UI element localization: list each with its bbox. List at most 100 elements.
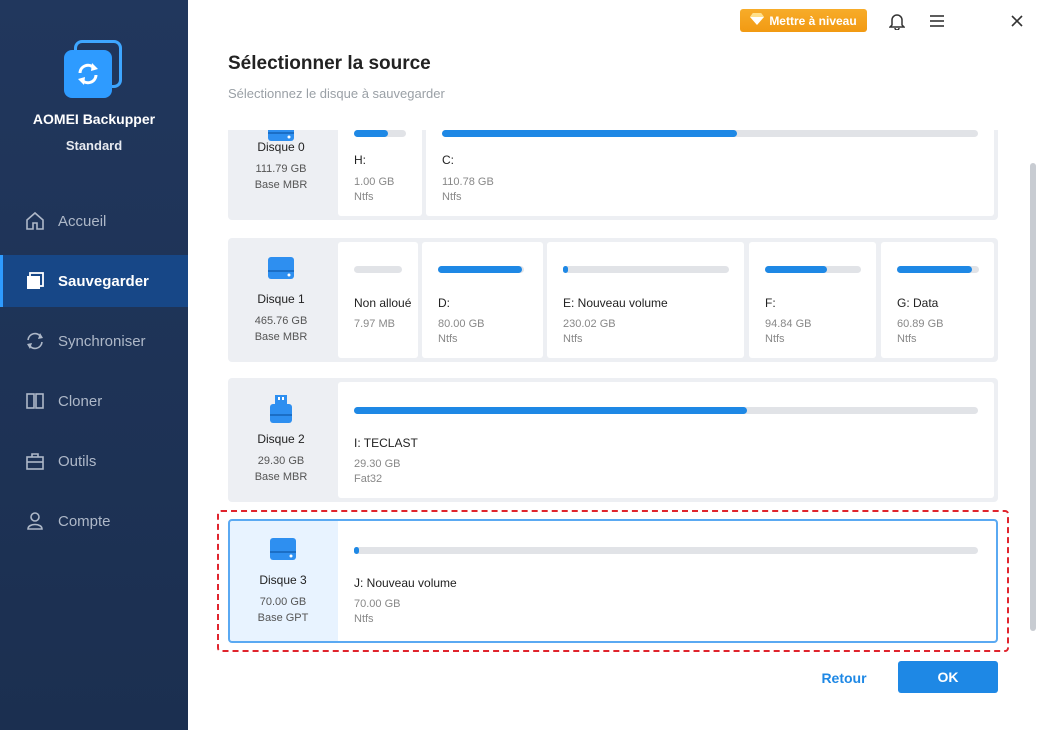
disk-row-3[interactable]: Disque 3 70.00 GB Base GPT J: Nouveau vo…	[228, 519, 998, 643]
partition-card[interactable]: E: Nouveau volume 230.02 GB Ntfs	[547, 242, 744, 358]
disk-row-1[interactable]: Disque 1 465.76 GB Base MBR Non alloué 7…	[228, 238, 998, 362]
sidebar-item-sauvegarder[interactable]: Sauvegarder	[0, 255, 188, 307]
usage-bar	[442, 130, 737, 137]
disk-list: Disque 0 111.79 GB Base MBR H: 1.00 GB N…	[228, 130, 998, 650]
sidebar-item-label: Outils	[58, 452, 97, 470]
disk-info: Disque 3 70.00 GB Base GPT	[230, 521, 336, 641]
disk-type: Base MBR	[254, 471, 308, 483]
disk-name: Disque 3	[259, 573, 307, 587]
partition-size: 94.84 GB	[765, 318, 812, 330]
partition-card[interactable]: G: Data 60.89 GB Ntfs	[881, 242, 994, 358]
partition-label: Non alloué	[354, 296, 412, 310]
disk-type: Base MBR	[254, 331, 308, 343]
partition-size: 230.02 GB	[563, 318, 616, 330]
sidebar-item-label: Synchroniser	[58, 332, 146, 350]
disk-row-2[interactable]: Disque 2 29.30 GB Base MBR I: TECLAST 29…	[228, 378, 998, 502]
usage-bar	[438, 266, 523, 273]
partition-label: E: Nouveau volume	[563, 296, 668, 310]
partition-size: 80.00 GB	[438, 318, 485, 330]
hdd-icon	[270, 538, 296, 560]
close-icon[interactable]	[1006, 10, 1028, 32]
partition-size: 70.00 GB	[354, 598, 401, 610]
partition-card[interactable]: J: Nouveau volume 70.00 GB Ntfs	[338, 521, 996, 641]
app-name: AOMEI Backupper	[32, 111, 156, 127]
sidebar-item-cloner[interactable]: Cloner	[0, 375, 188, 427]
usage-bar	[354, 407, 748, 414]
page-title: Sélectionner la source	[228, 53, 431, 74]
partition-size: 29.30 GB	[354, 458, 401, 470]
partition-label: C:	[442, 153, 454, 167]
upgrade-label: Mettre à niveau	[769, 13, 857, 28]
ok-button[interactable]: OK	[898, 661, 998, 693]
sidebar-item-synchroniser[interactable]: Synchroniser	[0, 315, 188, 367]
scrollbar[interactable]	[1030, 163, 1036, 631]
sidebar: AOMEI Backupper Standard Accueil Sauvega…	[0, 0, 188, 730]
disk-size: 111.79 GB	[255, 163, 307, 175]
disk-size: 70.00 GB	[259, 596, 307, 608]
disk-size: 465.76 GB	[254, 315, 308, 327]
disk-info: Disque 2 29.30 GB Base MBR	[228, 378, 334, 502]
sidebar-item-compte[interactable]: Compte	[0, 495, 188, 547]
partition-size: 60.89 GB	[897, 318, 944, 330]
partition-card[interactable]: H: 1.00 GB Ntfs	[338, 130, 422, 216]
usage-bar	[563, 266, 568, 273]
partition-label: D:	[438, 296, 450, 310]
sync-icon	[24, 330, 46, 352]
disk-type: Base MBR	[254, 179, 308, 191]
disk-row-0[interactable]: Disque 0 111.79 GB Base MBR H: 1.00 GB N…	[228, 130, 998, 220]
back-button[interactable]: Retour	[806, 665, 882, 691]
partition-card[interactable]: Non alloué 7.97 MB	[338, 242, 418, 358]
partition-size: 7.97 MB	[354, 318, 395, 330]
disk-info: Disque 0 111.79 GB Base MBR	[228, 130, 334, 220]
sidebar-item-outils[interactable]: Outils	[0, 435, 188, 487]
sidebar-item-label: Sauvegarder	[58, 272, 149, 290]
partition-fs: Ntfs	[442, 191, 462, 203]
partition-fs: Ntfs	[354, 613, 374, 625]
clone-icon	[24, 390, 46, 412]
sync-arrows-icon	[78, 63, 98, 85]
sidebar-item-label: Compte	[58, 512, 111, 530]
partition-card[interactable]: D: 80.00 GB Ntfs	[422, 242, 543, 358]
disk-info: Disque 1 465.76 GB Base MBR	[228, 238, 334, 362]
partition-card[interactable]: I: TECLAST 29.30 GB Fat32	[338, 382, 994, 498]
usage-bar	[354, 130, 388, 137]
partition-card[interactable]: F: 94.84 GB Ntfs	[749, 242, 876, 358]
sidebar-item-accueil[interactable]: Accueil	[0, 195, 188, 247]
upgrade-button[interactable]: Mettre à niveau	[740, 9, 867, 32]
partition-fs: Ntfs	[438, 333, 458, 345]
menu-icon[interactable]	[926, 10, 948, 32]
partition-fs: Fat32	[354, 473, 383, 485]
disk-name: Disque 0	[257, 140, 305, 154]
partition-label: J: Nouveau volume	[354, 576, 457, 590]
app-edition: Standard	[65, 138, 123, 153]
partition-label: I: TECLAST	[354, 436, 418, 450]
page-subtitle: Sélectionnez le disque à sauvegarder	[228, 86, 445, 101]
partition-size: 1.00 GB	[354, 176, 395, 188]
bell-icon[interactable]	[886, 10, 908, 32]
disk-type: Base GPT	[257, 612, 309, 624]
disk-name: Disque 1	[257, 292, 305, 306]
partition-label: G: Data	[897, 296, 939, 310]
tools-icon	[24, 450, 46, 472]
hdd-icon	[268, 257, 294, 279]
diamond-icon	[750, 13, 765, 28]
partition-label: H:	[354, 153, 366, 167]
disk-size: 29.30 GB	[257, 455, 305, 467]
partition-card[interactable]: C: 110.78 GB Ntfs	[426, 130, 994, 216]
backup-icon	[24, 270, 46, 292]
partition-fs: Ntfs	[354, 191, 374, 203]
usage-bar	[897, 266, 973, 273]
partition-fs: Ntfs	[897, 333, 917, 345]
usage-bar	[354, 547, 359, 554]
partition-fs: Ntfs	[765, 333, 785, 345]
usage-bar	[765, 266, 828, 273]
partition-size: 110.78 GB	[442, 176, 494, 188]
usb-drive-icon	[270, 395, 292, 423]
home-icon	[24, 210, 46, 232]
disk-name: Disque 2	[257, 432, 305, 446]
app-logo	[64, 40, 124, 100]
account-icon	[24, 510, 46, 532]
sidebar-item-label: Accueil	[58, 212, 107, 230]
sidebar-item-label: Cloner	[58, 392, 103, 410]
partition-fs: Ntfs	[563, 333, 583, 345]
